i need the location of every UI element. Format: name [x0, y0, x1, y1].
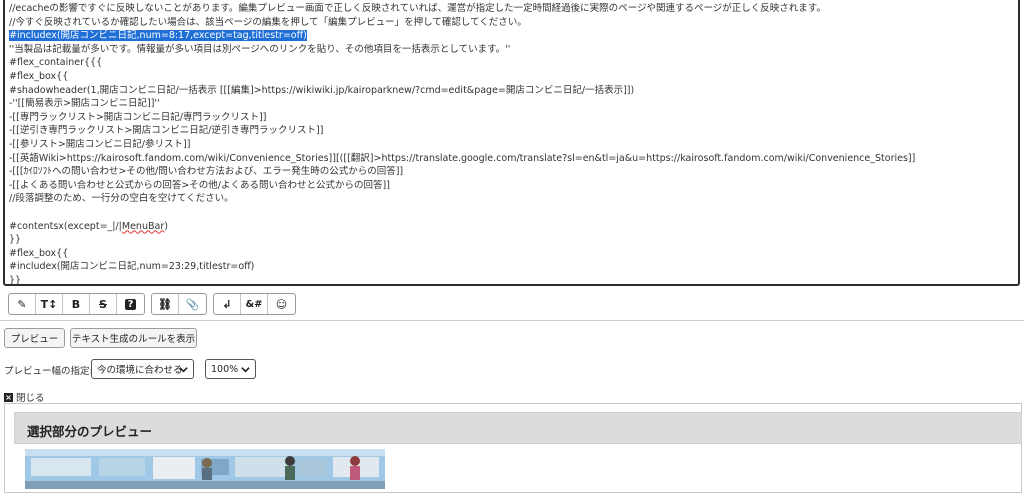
editor-line: //今すぐ反映されているか確認したい場合は、該当ページの編集を押して「編集プレビ…	[9, 16, 1018, 30]
preview-device-value: 今の環境に合わせる	[97, 365, 183, 376]
editor-line-text: -[[逆引き専門ラックリスト>開店コンビニ日記/逆引き専門ラックリスト]]	[9, 125, 324, 137]
preview-width-label: プレビュー幅の指定:	[4, 366, 93, 377]
preview-device-select[interactable]: 今の環境に合わせる	[91, 359, 194, 379]
editor-line-text: #flex_box{{	[9, 247, 69, 259]
pencil-icon: ✎	[17, 297, 27, 311]
toolbar-group: ✎ T↕ B S?	[8, 293, 145, 315]
font-size-button[interactable]: T↕	[36, 294, 63, 314]
preview-panel-title: 選択部分のプレビュー	[27, 424, 153, 439]
editor-line: -[[逆引き専門ラックリスト>開店コンビニ日記/逆引き専門ラックリスト]]	[9, 124, 1018, 138]
editor-line-text: #includex(開店コンビニ日記,num=23:29,titlestr=of…	[9, 261, 255, 273]
editor-line: ''当製品は記載量が多いです。情報量が多い項目は別ページへのリンクを貼り、その他…	[9, 43, 1018, 57]
font-size-icon: T↕	[40, 297, 58, 311]
editor-line: -[[よくある問い合わせと公式からの回答>その他/よくある問い合わせと公式からの…	[9, 179, 1018, 193]
divider	[0, 320, 1024, 321]
zoom-value: 100%	[211, 363, 239, 375]
help-icon: ?	[124, 298, 137, 310]
editor-line: }}	[9, 233, 1018, 247]
editor-line-text: -''[[簡易表示>開店コンビニ日記]]''	[9, 98, 160, 110]
editor-line: -[[参リスト>開店コンビニ日記/参リスト]]	[9, 138, 1018, 152]
chevron-down-icon	[241, 367, 250, 373]
special-char-icon: &#	[245, 298, 263, 310]
editor-line: #flex_box{{	[9, 247, 1018, 261]
editor-line: #includex(開店コンビニ日記,num=23:29,titlestr=of…	[9, 260, 1018, 274]
close-preview-link[interactable]: × 閉じる	[4, 390, 45, 404]
editor-line-text: -[[[ｶｲﾛｿﾌﾄへの問い合わせ>その他/問い合わせ方法および、エラー発生時の…	[9, 166, 404, 178]
editor-line-text: -[[参リスト>開店コンビニ日記/参リスト]]	[9, 138, 191, 150]
strikethrough-icon: S	[99, 297, 107, 311]
editor-line: #flex_box{{	[9, 70, 1018, 84]
spellcheck-word: MenuBar	[121, 220, 165, 232]
pencil-button[interactable]: ✎	[9, 294, 36, 314]
editor-line-text: #includex(開店コンビニ日記,num=8:17,except=tag,t…	[9, 30, 307, 42]
close-label: 閉じる	[16, 393, 45, 404]
game-screenshot-image	[25, 449, 385, 489]
close-icon: ×	[4, 392, 13, 402]
editor-line: #includex(開店コンビニ日記,num=8:17,except=tag,t…	[9, 29, 1018, 43]
editor-line-text: //ecacheの影響ですぐに反映しないことがあります。編集プレビュー画面で正し…	[9, 3, 826, 14]
link-button[interactable]: ⛓	[152, 294, 179, 314]
editor-line: #contentsx(except=_|/|MenuBar)	[9, 220, 1018, 234]
bold-icon: B	[71, 297, 81, 311]
editor-line-text: #flex_container{{{	[9, 57, 103, 69]
attach-button[interactable]: 📎	[179, 294, 206, 314]
zoom-select[interactable]: 100%	[205, 359, 256, 379]
editor-line-text: #contentsx(except=_|/|MenuBar)	[9, 220, 168, 232]
toolbar-group: ⛓ 📎	[151, 293, 207, 315]
editor-line-text: }}	[9, 234, 22, 246]
editor-line: -[[英語Wiki>https://kairosoft.fandom.com/w…	[9, 152, 1018, 166]
editor-line: }}	[9, 274, 1018, 286]
link-icon: ⛓	[158, 297, 172, 311]
chevron-down-icon	[179, 367, 188, 373]
show-rules-button[interactable]: テキスト生成のルールを表示	[70, 328, 197, 348]
editor-line: //ecacheの影響ですぐに反映しないことがあります。編集プレビュー画面で正し…	[9, 2, 1018, 16]
preview-panel-header: 選択部分のプレビュー	[14, 412, 1022, 444]
editor-line-text: -[[専門ラックリスト>開店コンビニ日記/専門ラックリスト]]	[9, 111, 267, 123]
editor-line-text: -[[英語Wiki>https://kairosoft.fandom.com/w…	[9, 152, 916, 164]
source-editor[interactable]: //ecacheの影響ですぐに反映しないことがあります。編集プレビュー画面で正し…	[3, 0, 1020, 286]
editor-line-text: ''当製品は記載量が多いです。情報量が多い項目は別ページへのリンクを貼り、その他…	[9, 43, 511, 55]
editor-line: -[[[ｶｲﾛｿﾌﾄへの問い合わせ>その他/問い合わせ方法および、エラー発生時の…	[9, 165, 1018, 179]
emoji-icon: ☺	[275, 297, 288, 311]
editor-toolbar: ✎ T↕ B S? ⛓ 📎 ↲ &# ☺	[8, 293, 302, 315]
editor-line-text: -[[よくある問い合わせと公式からの回答>その他/よくある問い合わせと公式からの…	[9, 179, 390, 191]
newline-icon: ↲	[222, 297, 232, 311]
attach-icon: 📎	[185, 297, 200, 311]
special-char-button[interactable]: &#	[241, 294, 268, 314]
bold-button[interactable]: B	[63, 294, 90, 314]
editor-line-text: //段落調整のため、一行分の空白を空けてください。	[9, 193, 234, 205]
newline-button[interactable]: ↲	[214, 294, 241, 314]
editor-line: //段落調整のため、一行分の空白を空けてください。	[9, 192, 1018, 206]
editor-line-text: #flex_box{{	[9, 70, 69, 82]
emoji-button[interactable]: ☺	[268, 294, 295, 314]
editor-line: #shadowheader(1,開店コンビニ日記/一括表示 [[[編集]>htt…	[9, 84, 1018, 98]
editor-line: -[[専門ラックリスト>開店コンビニ日記/専門ラックリスト]]	[9, 111, 1018, 125]
editor-line: #flex_container{{{	[9, 56, 1018, 70]
help-button[interactable]: ?	[117, 294, 144, 314]
preview-panel: 選択部分のプレビュー	[4, 403, 1022, 493]
editor-line-text: //今すぐ反映されているか確認したい場合は、該当ページの編集を押して「編集プレビ…	[9, 16, 527, 28]
strikethrough-button[interactable]: S	[90, 294, 117, 314]
editor-lines: //ecacheの影響ですぐに反映しないことがあります。編集プレビュー画面で正し…	[5, 0, 1018, 286]
toolbar-group: ↲ &# ☺	[213, 293, 296, 315]
preview-button[interactable]: プレビュー	[4, 328, 65, 348]
editor-line: -''[[簡易表示>開店コンビニ日記]]''	[9, 97, 1018, 111]
editor-line-text: }}	[9, 274, 22, 286]
editor-line-text: #shadowheader(1,開店コンビニ日記/一括表示 [[[編集]>htt…	[9, 84, 635, 96]
